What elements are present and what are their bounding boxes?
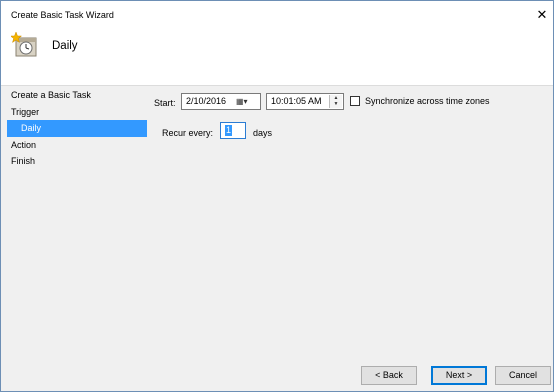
- spin-down-icon[interactable]: ▼: [330, 101, 342, 107]
- wizard-window: Create Basic Task Wizard ✕ Daily Create …: [0, 0, 554, 392]
- window-title: Create Basic Task Wizard: [11, 10, 114, 20]
- page-title: Daily: [52, 40, 78, 52]
- recur-label: Recur every:: [162, 128, 214, 138]
- wizard-header: Daily: [1, 27, 553, 86]
- wizard-step-trigger[interactable]: Trigger: [7, 104, 147, 121]
- task-clock-icon: [11, 32, 37, 57]
- calendar-icon[interactable]: ▦▾: [236, 95, 248, 108]
- cancel-button[interactable]: Cancel: [495, 366, 551, 385]
- close-icon[interactable]: ✕: [531, 6, 553, 24]
- start-date-picker[interactable]: 2/10/2016 ▦▾: [181, 93, 261, 110]
- start-time-value: 10:01:05 AM: [271, 96, 322, 106]
- sync-timezones-label: Synchronize across time zones: [365, 96, 490, 106]
- recur-value: 1: [225, 125, 233, 136]
- start-time-field[interactable]: 10:01:05 AM ▲ ▼: [266, 93, 344, 110]
- start-label: Start:: [154, 98, 176, 108]
- wizard-step-action[interactable]: Action: [7, 137, 147, 154]
- trigger-settings: Start: 2/10/2016 ▦▾ 10:01:05 AM ▲ ▼ Sync…: [147, 87, 553, 351]
- wizard-step-daily[interactable]: Daily: [7, 120, 147, 137]
- start-date-value: 2/10/2016: [186, 96, 227, 106]
- recur-unit: days: [253, 128, 273, 138]
- title-bar: Create Basic Task Wizard ✕: [1, 1, 553, 27]
- wizard-steps: Create a Basic Task Trigger Daily Action Fin…: [7, 87, 147, 170]
- sync-timezones-checkbox[interactable]: [350, 96, 360, 106]
- wizard-step-finish[interactable]: Finish: [7, 153, 147, 170]
- back-button[interactable]: < Back: [361, 366, 417, 385]
- next-button[interactable]: Next >: [431, 366, 487, 385]
- wizard-step-create-a-basic-task[interactable]: Create a Basic Task: [7, 87, 147, 104]
- time-spinner[interactable]: ▲ ▼: [329, 95, 342, 108]
- recur-input[interactable]: 1: [220, 122, 246, 139]
